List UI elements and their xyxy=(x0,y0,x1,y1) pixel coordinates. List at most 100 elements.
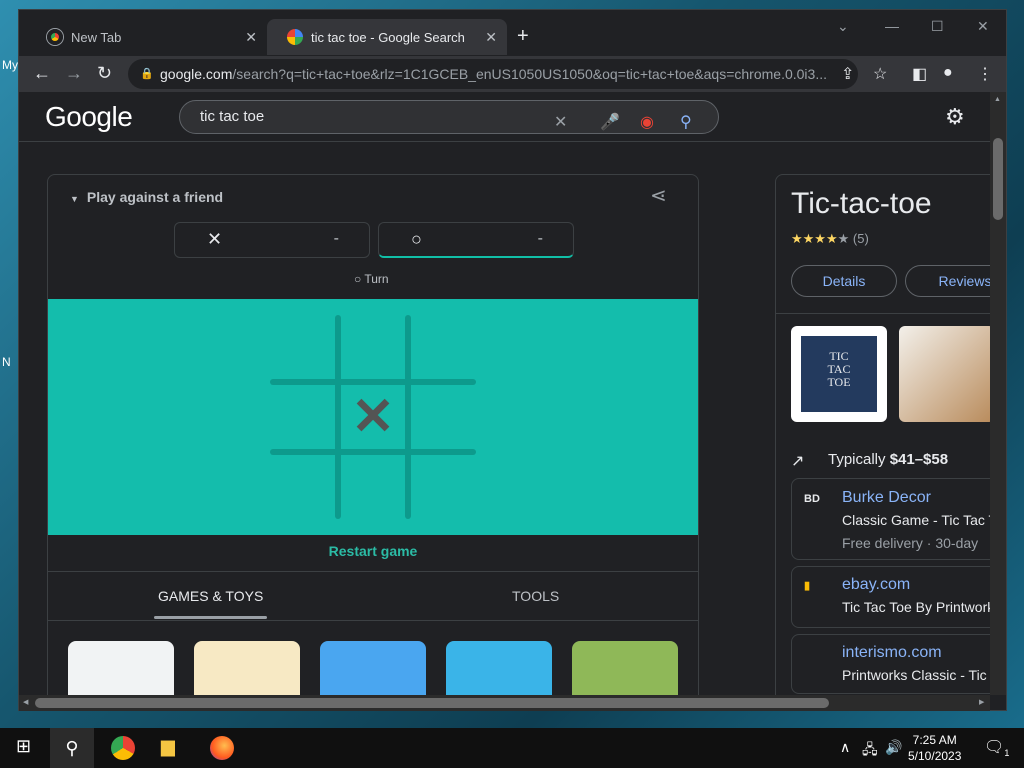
typical-price: Typically $41–$58 xyxy=(828,451,948,468)
gear-icon[interactable]: ⚙ xyxy=(945,104,965,130)
chevron-down-icon[interactable]: ⌄ xyxy=(837,18,849,35)
google-logo[interactable]: Google xyxy=(45,101,133,133)
taskbar: ⊞ ⚲ ▆ ∧ 🖧 🔊 7:25 AM 5/10/2023 🗨1 xyxy=(0,728,1024,768)
desktop-icon-label[interactable]: N xyxy=(2,355,11,369)
panel-title: Tic-tac-toe xyxy=(791,187,932,220)
store-name[interactable]: ebay.com xyxy=(842,576,910,594)
search-input[interactable]: tic tac toe ✕ 🎤 ◉ ⚲ xyxy=(179,100,719,134)
store-name[interactable]: interismo.com xyxy=(842,644,942,662)
restart-game-button[interactable]: Restart game xyxy=(48,543,698,559)
trending-icon: ↗ xyxy=(791,453,805,470)
o-icon: ○ xyxy=(411,229,422,249)
browser-toolbar: ← → ↻ 🔒 google.com/search?q=tic+tac+toe&… xyxy=(19,56,1006,92)
back-icon[interactable]: ← xyxy=(33,63,51,84)
knowledge-panel: Tic-tac-toe ★★★★★ (5) Details Reviews TI… xyxy=(775,174,990,695)
lens-camera-icon[interactable]: ◉ xyxy=(640,107,654,139)
maximize-button[interactable]: ☐ xyxy=(931,18,944,35)
minimize-button[interactable]: — xyxy=(885,18,899,34)
notification-icon[interactable]: 🗨1 xyxy=(984,737,1009,758)
store-product: Printworks Classic - Tic xyxy=(842,667,987,683)
star-empty-icon: ★ xyxy=(837,231,850,246)
address-bar[interactable]: 🔒 google.com/search?q=tic+tac+toe&rlz=1C… xyxy=(128,59,858,89)
lock-icon: 🔒 xyxy=(140,68,154,80)
notification-count: 1 xyxy=(1004,748,1010,759)
microphone-icon[interactable]: 🎤 xyxy=(600,107,620,139)
details-button[interactable]: Details xyxy=(791,265,897,297)
share-icon[interactable]: ⋖ xyxy=(650,183,667,208)
player-x-score: ✕ - xyxy=(174,222,370,258)
chrome-taskbar-icon[interactable] xyxy=(111,736,135,760)
product-image[interactable] xyxy=(899,326,990,422)
page-content: Google tic tac toe ✕ 🎤 ◉ ⚲ ⚙ ▼ Play again… xyxy=(19,92,990,695)
side-panel-icon[interactable]: ◧ xyxy=(912,64,927,84)
profile-icon[interactable]: ● xyxy=(943,64,953,82)
close-tab-icon[interactable]: ✕ xyxy=(485,29,497,46)
tab-tools[interactable]: TOOLS xyxy=(512,588,559,604)
desktop-icon-label[interactable]: My xyxy=(2,58,18,72)
game-mode-dropdown[interactable]: ▼ Play against a friend xyxy=(70,189,223,205)
reviews-button[interactable]: Reviews xyxy=(905,265,990,297)
browser-window: New Tab ✕ tic tac toe - Google Search ✕ … xyxy=(18,9,1007,711)
tab-google-search[interactable]: tic tac toe - Google Search ✕ xyxy=(267,19,507,55)
firefox-icon[interactable] xyxy=(210,736,234,760)
store-name[interactable]: Burke Decor xyxy=(842,489,931,507)
divider xyxy=(776,313,990,314)
search-icon[interactable]: ⚲ xyxy=(680,107,692,139)
scroll-left-icon[interactable]: ◀ xyxy=(23,698,28,706)
game-thumbnail[interactable] xyxy=(446,641,552,695)
clear-icon[interactable]: ✕ xyxy=(554,107,567,139)
x-icon: ✕ xyxy=(207,229,223,249)
network-icon[interactable]: 🖧 xyxy=(862,739,878,763)
scrollbar-thumb[interactable] xyxy=(35,698,829,708)
category-tabs: GAMES & TOYS TOOLS xyxy=(48,571,698,621)
close-window-button[interactable]: ✕ xyxy=(977,18,989,35)
clock-date: 5/10/2023 xyxy=(908,749,962,763)
game-thumbnail[interactable] xyxy=(68,641,174,695)
game-thumbnail[interactable] xyxy=(320,641,426,695)
reload-icon[interactable]: ↻ xyxy=(97,63,112,84)
store-product: Tic Tac Toe By Printwork xyxy=(842,599,990,615)
share-icon[interactable]: ⇪ xyxy=(841,64,854,84)
o-icon: ○ xyxy=(354,272,362,286)
forward-icon[interactable]: → xyxy=(65,63,83,84)
windows-start-icon[interactable]: ⊞ xyxy=(16,736,31,757)
price-range: $41–$58 xyxy=(889,451,949,468)
rating-count[interactable]: (5) xyxy=(853,231,869,246)
chevron-up-icon[interactable]: ∧ xyxy=(840,739,850,756)
game-board[interactable]: ✕ xyxy=(48,299,698,535)
game-thumbnail[interactable] xyxy=(572,641,678,695)
chrome-icon xyxy=(47,29,63,45)
google-icon xyxy=(287,29,303,45)
ebay-logo: ▮ xyxy=(804,580,811,592)
tab-new-tab[interactable]: New Tab ✕ xyxy=(27,19,267,55)
tab-underline xyxy=(154,616,267,619)
scrollbar-thumb[interactable] xyxy=(993,138,1003,220)
store-listing[interactable]: BD Burke Decor Classic Game - Tic Tac T … xyxy=(791,478,990,560)
close-tab-icon[interactable]: ✕ xyxy=(245,29,257,46)
player-o-score: ○ - xyxy=(378,222,574,258)
product-image[interactable]: TIC TAC TOE xyxy=(791,326,887,422)
new-tab-button[interactable]: + xyxy=(517,25,529,48)
menu-icon[interactable]: ⋮ xyxy=(977,64,993,84)
turn-label: Turn xyxy=(364,272,389,286)
vertical-scrollbar[interactable]: ▲ xyxy=(990,92,1006,695)
store-listing[interactable]: ▮ ebay.com Tic Tac Toe By Printwork xyxy=(791,566,990,628)
tab-strip: New Tab ✕ tic tac toe - Google Search ✕ … xyxy=(19,10,1006,56)
star-icons: ★★★★ xyxy=(791,231,838,246)
bookmark-star-icon[interactable]: ☆ xyxy=(873,64,887,84)
game-thumbnail[interactable] xyxy=(194,641,300,695)
search-icon[interactable]: ⚲ xyxy=(50,728,94,768)
scroll-right-icon[interactable]: ▶ xyxy=(979,698,984,706)
tab-title: tic tac toe - Google Search xyxy=(311,29,465,45)
system-clock[interactable]: 7:25 AM 5/10/2023 xyxy=(908,732,961,764)
turn-indicator: ○ Turn xyxy=(354,272,389,286)
horizontal-scrollbar[interactable]: ◀ ▶ xyxy=(19,695,990,711)
score-value: - xyxy=(333,230,339,247)
file-explorer-icon[interactable]: ▆ xyxy=(161,736,175,757)
scroll-up-icon[interactable]: ▲ xyxy=(994,96,1001,103)
store-listing[interactable]: interismo.com Printworks Classic - Tic xyxy=(791,634,990,694)
tab-games-toys[interactable]: GAMES & TOYS xyxy=(158,588,263,604)
url-path: /search?q=tic+tac+toe&rlz=1C1GCEB_enUS10… xyxy=(232,66,827,82)
volume-icon[interactable]: 🔊 xyxy=(885,739,902,756)
score-value: - xyxy=(537,230,543,247)
